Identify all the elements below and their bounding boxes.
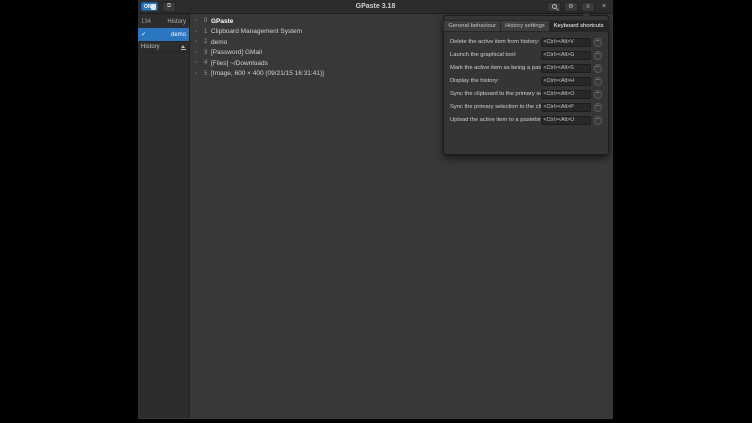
item-icon: ▫ [195, 71, 201, 77]
tab-keyboard-shortcuts[interactable]: Keyboard shortcuts [550, 20, 609, 32]
eject-icon[interactable] [180, 44, 186, 50]
shortcut-entry[interactable]: <Ctrl><Alt>G [541, 51, 591, 60]
minus-circle-icon: − [596, 39, 600, 46]
shortcut-label: Display the history: [450, 78, 541, 84]
gpaste-window: GPaste 3.18 ON ⧉ ⚙ ≡ [138, 0, 613, 419]
shortcut-row: Sync the clipboard to the primary select… [450, 89, 602, 100]
item-index: 1 [204, 29, 208, 35]
minus-circle-icon: − [596, 65, 600, 72]
clipboard-icon: ⧉ [167, 3, 171, 10]
tracking-switch[interactable]: ON [141, 2, 158, 11]
shortcut-row: Display the history: <Ctrl><Alt>H − [450, 76, 602, 87]
item-index: 4 [204, 60, 208, 66]
gear-icon: ⚙ [568, 3, 573, 10]
shortcut-label: Sync the primary selection to the clipbo… [450, 104, 541, 110]
window-title: GPaste 3.18 [138, 3, 613, 10]
close-button[interactable]: × [598, 2, 610, 12]
shortcut-row: Delete the active item from history: <Ct… [450, 37, 602, 48]
sidebar-item-history[interactable]: 134 History [138, 16, 189, 28]
item-text: [Files] ~/Downloads [211, 60, 268, 67]
shortcut-row: Launch the graphical tool: <Ctrl><Alt>G … [450, 50, 602, 61]
sidebar-footer-history[interactable]: History [138, 41, 189, 53]
shortcut-label: Sync the clipboard to the primary select… [450, 91, 541, 97]
item-index: 5 [204, 71, 208, 77]
minus-circle-icon: − [596, 78, 600, 85]
settings-popover: General behaviour History settings Keybo… [443, 15, 609, 155]
search-button[interactable] [547, 2, 561, 12]
item-icon: ▫ [195, 18, 201, 24]
reset-shortcut-button[interactable]: − [594, 51, 603, 60]
reset-shortcut-button[interactable]: − [594, 38, 603, 47]
search-icon [552, 4, 557, 9]
shortcut-row: Mark the active item as being a password… [450, 63, 602, 74]
shortcut-label: Mark the active item as being a password… [450, 65, 541, 71]
shortcut-entry[interactable]: <Ctrl><Alt>S [541, 64, 591, 73]
shortcut-row: Upload the active item to a pastebin ser… [450, 115, 602, 126]
shortcut-label: Delete the active item from history: [450, 39, 541, 45]
menu-icon: ≡ [586, 4, 590, 10]
minus-circle-icon: − [596, 104, 600, 111]
desktop-background: GPaste 3.18 ON ⧉ ⚙ ≡ [0, 0, 752, 423]
tab-history-settings[interactable]: History settings [501, 20, 550, 32]
shortcut-entry[interactable]: <Ctrl><Alt>H [541, 77, 591, 86]
item-icon: ▫ [195, 29, 201, 35]
tab-general-behaviour[interactable]: General behaviour [443, 20, 501, 32]
shortcut-entry[interactable]: <Ctrl><Alt>P [541, 103, 591, 112]
reset-shortcut-button[interactable]: − [594, 116, 603, 125]
item-text: GPaste [211, 18, 233, 25]
item-index: 0 [204, 18, 208, 24]
minus-circle-icon: − [596, 91, 600, 98]
selected-check-icon: ✓ [141, 31, 146, 38]
item-text: [Image, 600 × 400 (09/21/15 16:31:41)] [211, 70, 324, 77]
item-text: Clipboard Management System [211, 28, 302, 35]
close-icon: × [602, 3, 606, 10]
reset-shortcut-button[interactable]: − [594, 103, 603, 112]
minus-circle-icon: − [596, 52, 600, 59]
item-text: [Password] GMail [211, 49, 262, 56]
minus-circle-icon: − [596, 117, 600, 124]
history-item-label: History [167, 19, 186, 25]
shortcut-entry[interactable]: <Ctrl><Alt>O [541, 90, 591, 99]
shortcut-row: Sync the primary selection to the clipbo… [450, 102, 602, 113]
reset-shortcut-button[interactable]: − [594, 77, 603, 86]
item-icon: ▫ [195, 50, 201, 56]
item-text: demo [211, 39, 227, 46]
clipboard-button[interactable]: ⧉ [162, 2, 176, 12]
shortcut-entry[interactable]: <Ctrl><Alt>U [541, 116, 591, 125]
reset-shortcut-button[interactable]: − [594, 90, 603, 99]
histories-sidebar: 134 History ✓ demo History [138, 14, 190, 418]
reset-shortcut-button[interactable]: − [594, 64, 603, 73]
item-icon: ▫ [195, 60, 201, 66]
shortcut-label: Launch the graphical tool: [450, 52, 541, 58]
headerbar[interactable]: GPaste 3.18 ON ⧉ ⚙ ≡ [138, 0, 613, 14]
history-item-count: 134 [141, 19, 151, 25]
settings-tabs: General behaviour History settings Keybo… [444, 20, 608, 32]
switch-knob [151, 4, 156, 10]
footer-history-label: History [141, 44, 160, 50]
sidebar-item-demo[interactable]: ✓ demo [138, 28, 189, 41]
settings-button[interactable]: ⚙ [564, 2, 578, 12]
popover-arrow [582, 12, 590, 16]
shortcuts-panel: Delete the active item from history: <Ct… [444, 37, 608, 126]
item-index: 3 [204, 50, 208, 56]
item-icon: ▫ [195, 39, 201, 45]
item-index: 2 [204, 39, 208, 45]
menu-button[interactable]: ≡ [581, 2, 595, 12]
demo-item-label: demo [171, 32, 186, 38]
shortcut-entry[interactable]: <Ctrl><Alt>V [541, 38, 591, 47]
shortcut-label: Upload the active item to a pastebin ser… [450, 117, 541, 123]
